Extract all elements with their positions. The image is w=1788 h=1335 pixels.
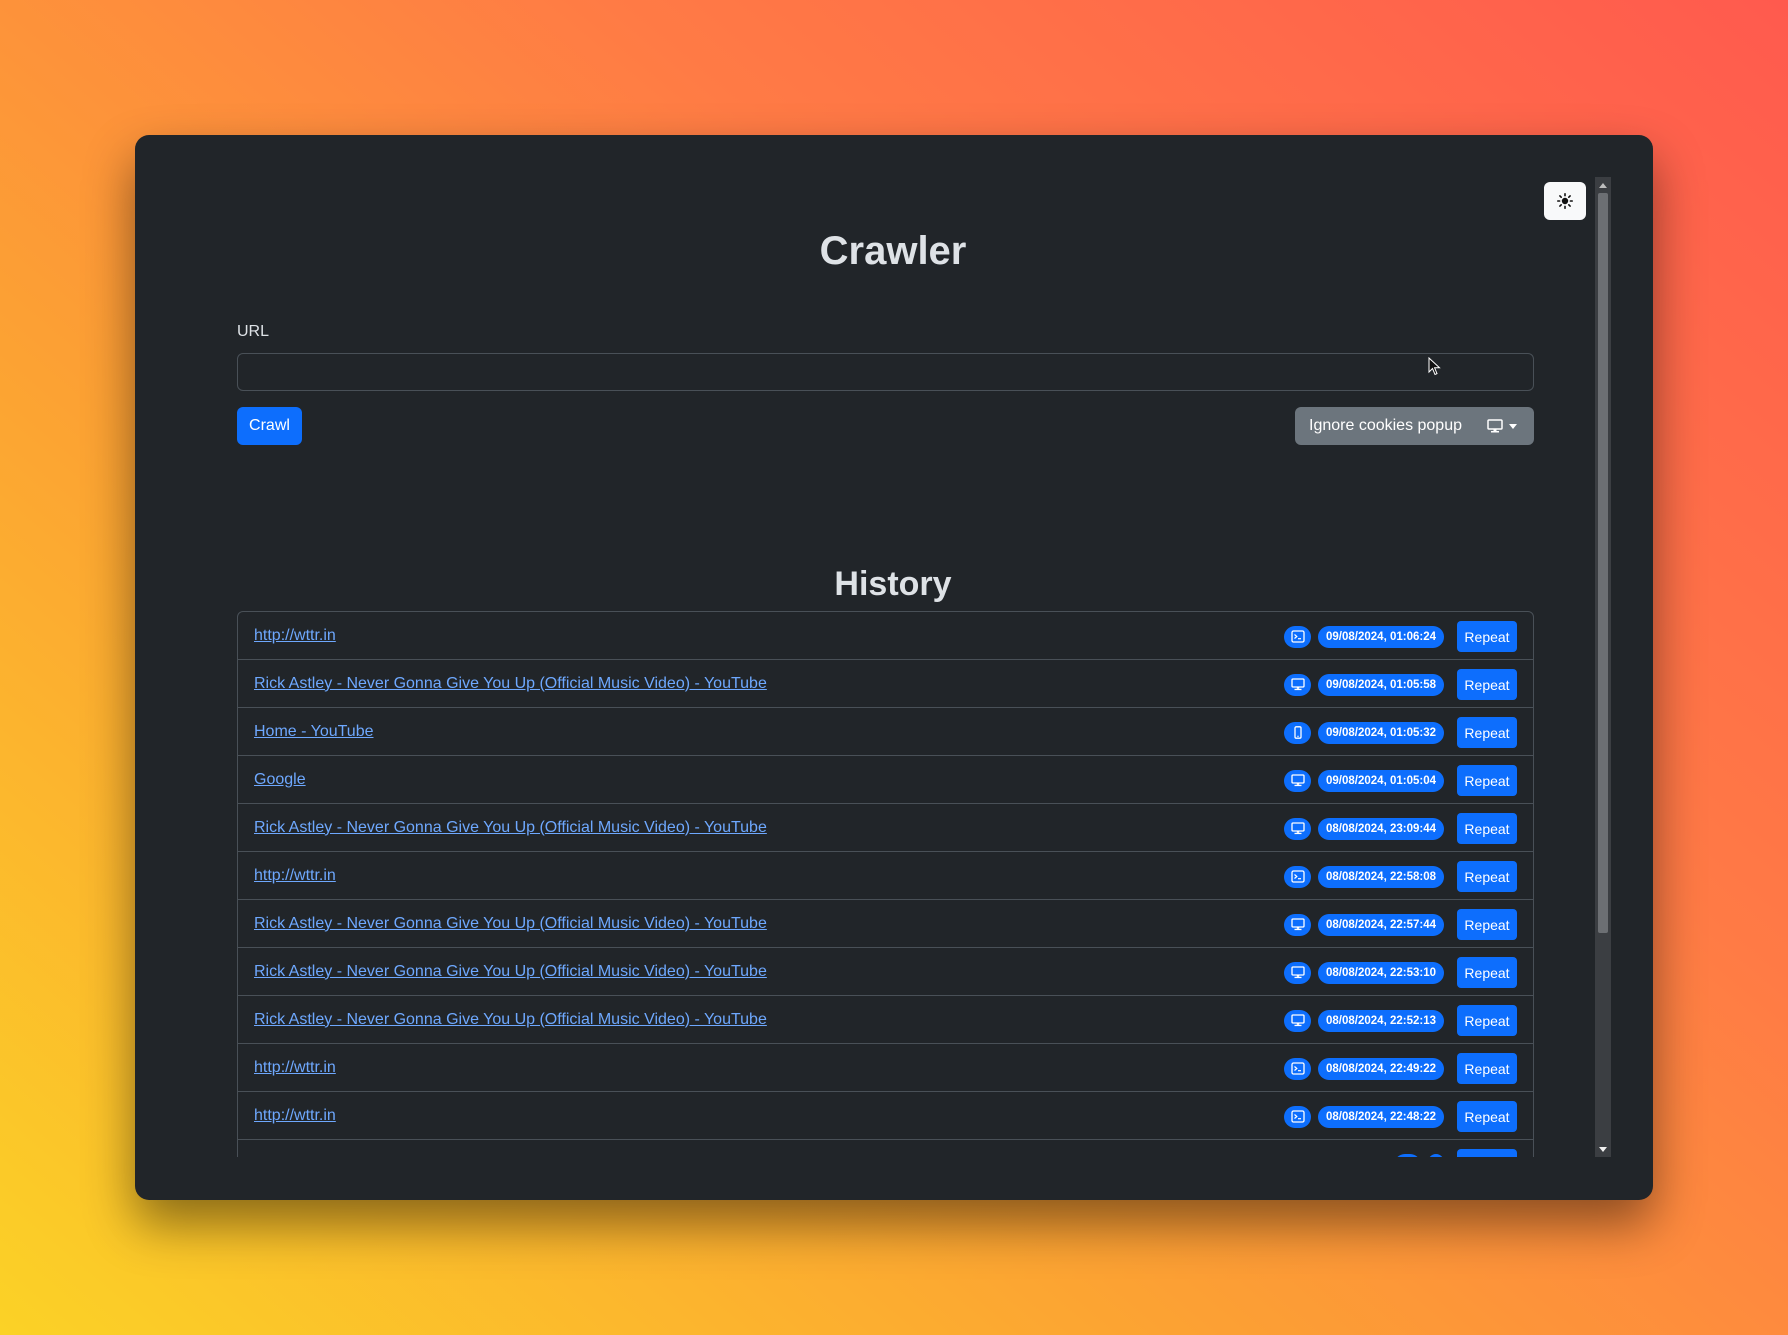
repeat-button[interactable]: Repeat [1457, 621, 1517, 652]
scroll-up-arrow[interactable] [1595, 177, 1611, 193]
timestamp-badge: 09/08/2024, 01:05:32 [1318, 721, 1444, 744]
timestamp-badge: 08/08/2024, 22:57:44 [1318, 913, 1444, 936]
timestamp-badge: 08/08/2024, 22:52:13 [1318, 1009, 1444, 1032]
history-row: Google 09/08/2024, 01:05:04 Repeat [238, 756, 1533, 804]
history-row-actions: 09/08/2024, 01:05:32 Repeat [1284, 717, 1517, 748]
history-link[interactable]: http://wttr.in [254, 867, 336, 885]
desktop-icon [1284, 769, 1312, 792]
desktop-icon [1284, 673, 1312, 696]
ignore-cookies-button-group: Ignore cookies popup [1295, 407, 1534, 445]
history-row: Repeat [238, 1140, 1533, 1157]
history-row-actions: 08/08/2024, 23:09:44 Repeat [1284, 813, 1517, 844]
history-link[interactable]: Rick Astley - Never Gonna Give You Up (O… [254, 1011, 767, 1029]
history-row-actions: 08/08/2024, 22:49:22 Repeat [1284, 1053, 1517, 1084]
history-link[interactable]: Rick Astley - Never Gonna Give You Up (O… [254, 675, 767, 693]
repeat-button[interactable]: Repeat [1457, 717, 1517, 748]
desktop-icon [1284, 913, 1312, 936]
terminal-icon [1284, 1057, 1312, 1080]
history-row-actions: 08/08/2024, 22:52:13 Repeat [1284, 1005, 1517, 1036]
history-row-actions: 09/08/2024, 01:06:24 Repeat [1284, 621, 1517, 652]
repeat-button[interactable]: Repeat [1457, 1149, 1517, 1157]
timestamp-badge: 09/08/2024, 01:06:24 [1318, 625, 1444, 648]
history-row: http://wttr.in 09/08/2024, 01:06:24 Repeat [238, 612, 1533, 660]
timestamp-badge: 09/08/2024, 01:05:04 [1318, 769, 1444, 792]
repeat-button[interactable]: Repeat [1457, 813, 1517, 844]
repeat-button[interactable]: Repeat [1457, 765, 1517, 796]
history-row: Rick Astley - Never Gonna Give You Up (O… [238, 804, 1533, 852]
repeat-button[interactable]: Repeat [1457, 669, 1517, 700]
history-row: Rick Astley - Never Gonna Give You Up (O… [238, 660, 1533, 708]
scrollbar[interactable] [1595, 177, 1611, 1157]
scroll-down-arrow[interactable] [1595, 1141, 1611, 1157]
terminal-icon [1284, 625, 1312, 648]
history-row-actions: 09/08/2024, 01:05:58 Repeat [1284, 669, 1517, 700]
repeat-button[interactable]: Repeat [1457, 909, 1517, 940]
timestamp-badge: 09/08/2024, 01:05:58 [1318, 673, 1444, 696]
crawl-button[interactable]: Crawl [237, 407, 302, 445]
history-link[interactable]: Rick Astley - Never Gonna Give You Up (O… [254, 819, 767, 837]
history-link[interactable]: Rick Astley - Never Gonna Give You Up (O… [254, 915, 767, 933]
desktop-icon [1284, 1009, 1312, 1032]
timestamp-badge [1428, 1153, 1444, 1157]
repeat-button[interactable]: Repeat [1457, 861, 1517, 892]
history-row-actions: Repeat [1394, 1149, 1517, 1157]
history-row: http://wttr.in 08/08/2024, 22:58:08 Repeat [238, 852, 1533, 900]
repeat-button[interactable]: Repeat [1457, 1053, 1517, 1084]
timestamp-badge: 08/08/2024, 22:48:22 [1318, 1105, 1444, 1128]
history-list: http://wttr.in 09/08/2024, 01:06:24 Repeat… [237, 611, 1534, 1157]
history-link[interactable]: http://wttr.in [254, 627, 336, 645]
app-window: Crawler URL Crawl Ignore cookies popup H… [135, 135, 1653, 1200]
history-row-actions: 08/08/2024, 22:53:10 Repeat [1284, 957, 1517, 988]
timestamp-badge: 08/08/2024, 23:09:44 [1318, 817, 1444, 840]
history-link[interactable]: Google [254, 771, 306, 789]
repeat-button[interactable]: Repeat [1457, 1101, 1517, 1132]
chevron-down-icon [1509, 423, 1517, 429]
mobile-icon [1284, 721, 1312, 744]
mouse-cursor-icon [1428, 357, 1441, 376]
history-row: Rick Astley - Never Gonna Give You Up (O… [238, 900, 1533, 948]
terminal-icon [1284, 1105, 1312, 1128]
history-row: Rick Astley - Never Gonna Give You Up (O… [238, 948, 1533, 996]
history-row: Home - YouTube 09/08/2024, 01:05:32 Repeat [238, 708, 1533, 756]
device-dropdown-toggle[interactable] [1483, 419, 1517, 433]
history-row-actions: 09/08/2024, 01:05:04 Repeat [1284, 765, 1517, 796]
theme-toggle-button[interactable] [1544, 182, 1586, 220]
history-link[interactable]: http://wttr.in [254, 1059, 336, 1077]
history-row: http://wttr.in 08/08/2024, 22:48:22 Repeat [238, 1092, 1533, 1140]
repeat-button[interactable]: Repeat [1457, 1005, 1517, 1036]
desktop-icon [1487, 419, 1503, 433]
history-row-actions: 08/08/2024, 22:48:22 Repeat [1284, 1101, 1517, 1132]
repeat-button[interactable]: Repeat [1457, 957, 1517, 988]
ignore-cookies-button[interactable]: Ignore cookies popup [1295, 417, 1483, 435]
timestamp-badge: 08/08/2024, 22:49:22 [1318, 1057, 1444, 1080]
history-link[interactable]: Rick Astley - Never Gonna Give You Up (O… [254, 963, 767, 981]
desktop-icon [1284, 817, 1312, 840]
history-row-actions: 08/08/2024, 22:57:44 Repeat [1284, 909, 1517, 940]
page-title: Crawler [819, 229, 967, 273]
desktop-icon [1284, 961, 1312, 984]
timestamp-badge: 08/08/2024, 22:58:08 [1318, 865, 1444, 888]
timestamp-badge: 08/08/2024, 22:53:10 [1318, 961, 1444, 984]
sun-icon [1557, 193, 1573, 209]
page-viewport: Crawler URL Crawl Ignore cookies popup H… [177, 177, 1605, 1157]
history-title: History [834, 565, 952, 603]
history-row: Rick Astley - Never Gonna Give You Up (O… [238, 996, 1533, 1044]
history-link[interactable]: http://wttr.in [254, 1107, 336, 1125]
history-row-actions: 08/08/2024, 22:58:08 Repeat [1284, 861, 1517, 892]
url-label: URL [237, 323, 270, 340]
desktop-icon [1394, 1153, 1421, 1157]
scrollbar-thumb[interactable] [1598, 193, 1608, 933]
url-input[interactable] [237, 353, 1534, 391]
history-link[interactable]: Home - YouTube [254, 723, 373, 741]
history-row: http://wttr.in 08/08/2024, 22:49:22 Repeat [238, 1044, 1533, 1092]
terminal-icon [1284, 865, 1312, 888]
